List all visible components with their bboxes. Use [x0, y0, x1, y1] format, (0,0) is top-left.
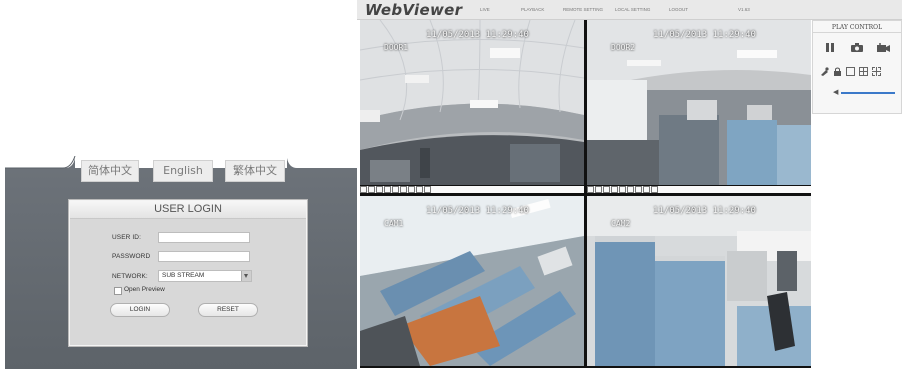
pause-icon[interactable]: [826, 43, 834, 52]
video-cell-door1[interactable]: 11/05/2013 11:29:40 DOOR1: [360, 20, 584, 185]
video-cell-door2[interactable]: 11/05/2013 11:29:40 DOOR2: [587, 20, 811, 185]
video-grid: 11/05/2013 11:29:40 DOOR1 11/05/2013 11:…: [360, 20, 811, 368]
channel-timestamp: 11/05/2013 11:29:40: [653, 30, 756, 40]
language-simplified-chinese-button[interactable]: 简体中文: [81, 160, 139, 182]
user-id-label: USER ID:: [112, 234, 141, 241]
play-control-panel: PLAY CONTROL ◀: [812, 20, 902, 114]
login-panel: 简体中文 English 繁体中文 USER LOGIN USER ID: PA…: [5, 156, 357, 369]
channel-timestamp: 11/05/2013 11:29:40: [426, 30, 529, 40]
ctrl-icon[interactable]: [416, 186, 423, 193]
ctrl-icon[interactable]: [619, 186, 626, 193]
divider: [813, 32, 901, 33]
web-viewer: WebViewer LIVE PLAYBACK REMOTE SETTING L…: [357, 0, 902, 369]
fullscreen-icon[interactable]: [872, 67, 881, 76]
channel-name-cam1: CAM1: [384, 219, 404, 228]
language-english-button[interactable]: English: [153, 160, 213, 182]
nav-logout[interactable]: LOGOUT: [669, 7, 688, 12]
nav-remote-setting[interactable]: REMOTE SETTING: [563, 7, 603, 12]
password-label: PASSWORD: [112, 253, 151, 260]
ctrl-icon[interactable]: [384, 186, 391, 193]
channel-toolbar-door1: [360, 186, 584, 193]
ctrl-icon[interactable]: [627, 186, 634, 193]
nav-local-setting[interactable]: LOCAL SETTING: [615, 7, 650, 12]
login-button[interactable]: LOGIN: [110, 303, 170, 317]
ctrl-icon[interactable]: [603, 186, 610, 193]
ctrl-icon[interactable]: [360, 186, 367, 193]
chevron-down-icon[interactable]: [241, 271, 251, 281]
volume-slider[interactable]: [841, 92, 895, 94]
ctrl-icon[interactable]: [400, 186, 407, 193]
network-select[interactable]: SUB STREAM: [158, 270, 252, 282]
network-select-value: SUB STREAM: [162, 272, 205, 279]
play-control-title: PLAY CONTROL: [831, 24, 883, 31]
ctrl-icon[interactable]: [392, 186, 399, 193]
ctrl-icon[interactable]: [368, 186, 375, 193]
open-preview-label: Open Preview: [124, 286, 165, 293]
channel-timestamp: 11/05/2013 11:29:40: [426, 206, 529, 216]
language-traditional-chinese-button[interactable]: 繁体中文: [225, 160, 285, 182]
ctrl-icon[interactable]: [643, 186, 650, 193]
channel-timestamp: 11/05/2013 11:29:40: [653, 206, 756, 216]
quad-view-icon[interactable]: [859, 67, 868, 76]
network-label: NETWORK:: [112, 273, 148, 280]
ctrl-icon[interactable]: [595, 186, 602, 193]
open-preview-checkbox[interactable]: [114, 287, 122, 295]
ctrl-icon[interactable]: [635, 186, 642, 193]
lock-icon[interactable]: [833, 67, 842, 76]
snapshot-icon[interactable]: [851, 43, 863, 52]
single-view-icon[interactable]: [846, 67, 855, 76]
channel-name-cam2: CAM2: [611, 219, 631, 228]
channel-toolbar-door2: [587, 186, 811, 193]
video-cell-cam2[interactable]: 11/05/2013 11:29:40 CAM2: [587, 196, 811, 366]
ctrl-icon[interactable]: [587, 186, 594, 193]
talk-icon[interactable]: [820, 67, 829, 76]
ctrl-icon[interactable]: [376, 186, 383, 193]
login-title: USER LOGIN: [70, 201, 306, 219]
record-icon[interactable]: [877, 43, 890, 52]
user-id-input[interactable]: [158, 232, 250, 243]
ctrl-icon[interactable]: [424, 186, 431, 193]
channel-name-door1: DOOR1: [384, 43, 409, 52]
channel-name-door2: DOOR2: [611, 43, 636, 52]
video-cell-cam1[interactable]: 11/05/2013 11:29:40 CAM1: [360, 196, 584, 366]
password-input[interactable]: [158, 251, 250, 262]
ctrl-icon[interactable]: [408, 186, 415, 193]
nav-playback[interactable]: PLAYBACK: [521, 7, 544, 12]
volume-down-icon[interactable]: ◀: [833, 89, 838, 96]
login-card: USER LOGIN USER ID: PASSWORD NETWORK: SU…: [69, 200, 307, 346]
version-label: V1.63: [738, 7, 750, 12]
ctrl-icon[interactable]: [651, 186, 658, 193]
top-navigation-bar: WebViewer LIVE PLAYBACK REMOTE SETTING L…: [357, 0, 902, 20]
reset-button[interactable]: RESET: [198, 303, 258, 317]
ctrl-icon[interactable]: [611, 186, 618, 193]
nav-live[interactable]: LIVE: [480, 7, 490, 12]
webviewer-logo: WebViewer: [365, 1, 463, 19]
